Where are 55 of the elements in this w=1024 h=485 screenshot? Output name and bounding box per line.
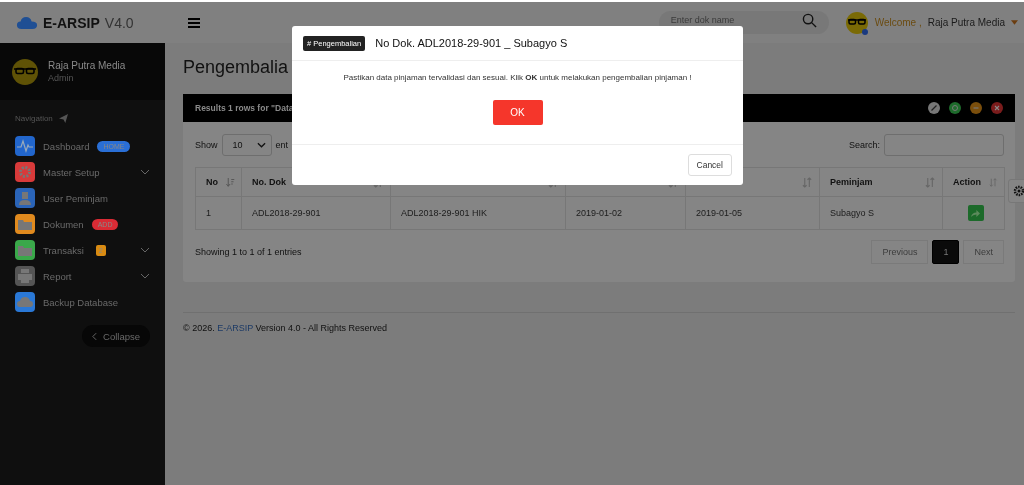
sidebar-item[interactable]: Master Setup	[0, 159, 165, 185]
page-length-select[interactable]: 10	[221, 134, 272, 156]
collapse-button[interactable]: Collapse	[82, 325, 150, 347]
page-title: Pengembalia	[183, 57, 289, 79]
profile-name: Raja Putra Media	[48, 60, 126, 71]
search-label: Search:	[848, 140, 880, 150]
chevron-down-icon[interactable]	[140, 169, 150, 175]
profile-role: Admin	[48, 73, 75, 83]
nav-heading: Navigation	[15, 114, 53, 123]
dialog-message: Pastikan data pinjaman tervalidasi dan sesuai. Klik OK untuk melakukan pengembalian pinjaman !	[343, 73, 692, 82]
column-header[interactable]: Peminjam	[819, 167, 943, 197]
share-arrow-icon	[970, 208, 981, 218]
chevron-down-icon[interactable]	[140, 247, 150, 253]
menu-icon[interactable]	[188, 17, 200, 28]
search-icon[interactable]	[801, 13, 817, 28]
sort-ascending-icon[interactable]	[226, 176, 235, 188]
chevron-down-icon	[256, 142, 266, 148]
return-button[interactable]	[967, 205, 984, 221]
table-cell: 2019-01-02	[565, 196, 686, 230]
dialog-title: No Dok. ADL2018-29-901 _ Subagyo S	[375, 37, 568, 49]
chevron-down-icon[interactable]	[140, 273, 150, 279]
table-cell: ADL2018-29-901 HIK	[390, 196, 566, 230]
entries-label: ent	[275, 140, 289, 150]
chevron-left-icon	[92, 331, 98, 341]
sidebar-item[interactable]: User Peminjam	[0, 185, 165, 211]
show-label: Show	[195, 140, 218, 150]
footer-text: © 2026. E-ARSIP Version 4.0 - All Rights Reserved	[183, 323, 389, 333]
refresh-icon[interactable]	[949, 102, 961, 114]
table-cell: 2019-01-05	[685, 196, 820, 230]
footer-link[interactable]: E-ARSIP	[217, 323, 253, 333]
cancel-button[interactable]: Cancel	[687, 154, 732, 176]
sidebar-item[interactable]: Report	[0, 263, 165, 289]
close-icon[interactable]	[991, 102, 1003, 114]
entries-info: Showing 1 to 1 of 1 entries	[195, 247, 302, 257]
brand-version: V4.0	[104, 14, 134, 31]
table-cell: ADL2018-29-901	[241, 196, 391, 230]
user-menu[interactable]: Raja Putra Media	[927, 17, 1005, 28]
welcome-label: Welcome ,	[874, 17, 922, 28]
caret-icon[interactable]	[1011, 20, 1018, 25]
paper-plane-icon	[58, 114, 68, 123]
table-cell: 1	[195, 196, 242, 230]
avatar-icon[interactable]	[844, 10, 869, 35]
ok-button[interactable]: OK	[492, 100, 543, 125]
avatar-icon	[12, 58, 38, 85]
column-header[interactable]: Action	[942, 167, 1005, 197]
minimize-icon[interactable]	[970, 102, 982, 114]
pagination-button[interactable]: 1	[932, 240, 960, 264]
expand-icon[interactable]	[928, 102, 940, 114]
gear-icon	[1013, 185, 1024, 197]
brand-name: E-ARSIP	[43, 14, 100, 31]
settings-button[interactable]	[1008, 179, 1024, 203]
column-header[interactable]: No	[195, 167, 242, 197]
cloud-icon	[16, 15, 38, 30]
sidebar-item[interactable]: Backup Database	[0, 289, 165, 315]
table-cell: Subagyo S	[819, 196, 943, 230]
